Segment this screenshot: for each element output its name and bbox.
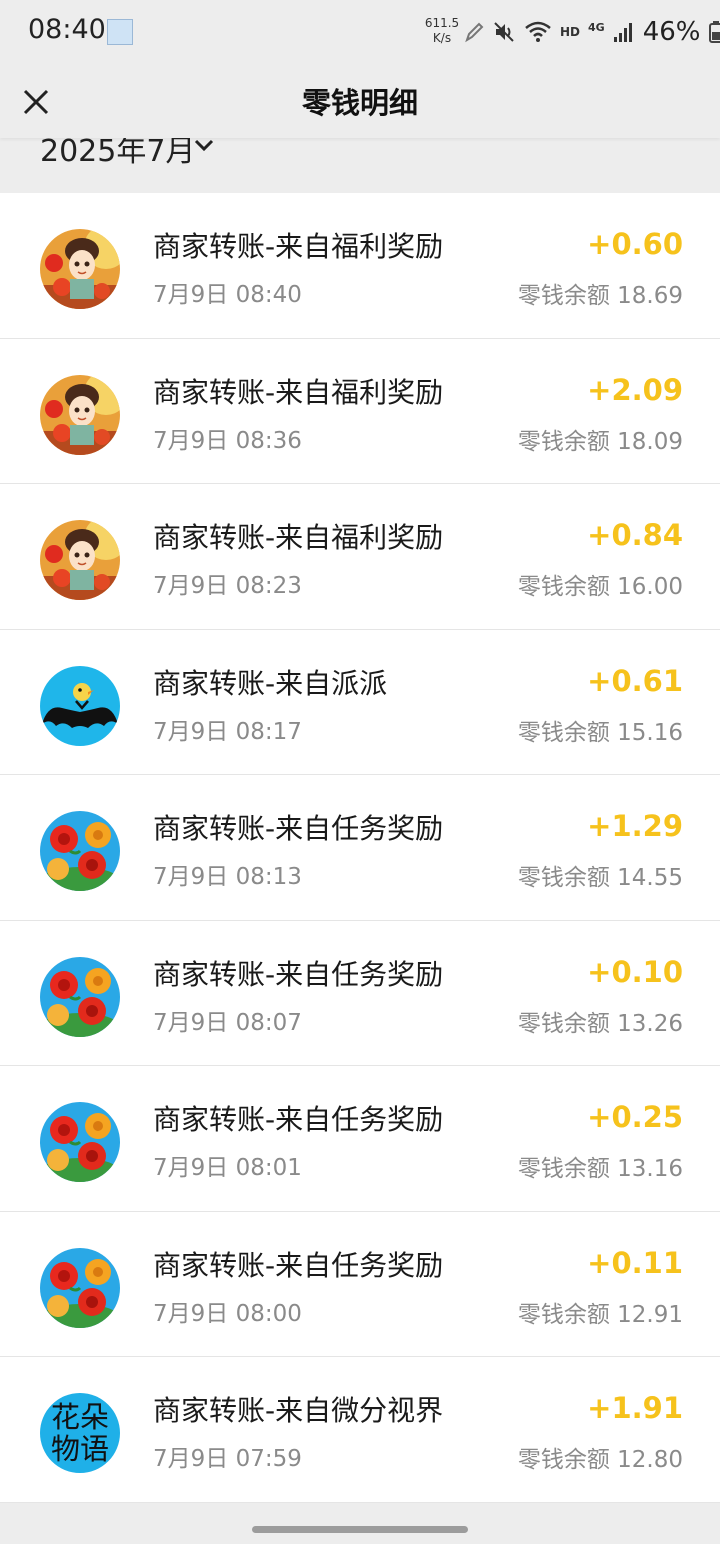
transaction-time: 7月9日 08:00 xyxy=(153,1300,302,1327)
pen-icon xyxy=(465,22,484,43)
transaction-amount: +0.84 xyxy=(587,518,683,552)
signal-label: 4G xyxy=(588,20,605,34)
paipai-avatar xyxy=(40,665,120,746)
transaction-amount: +2.09 xyxy=(587,372,683,407)
transaction-title: 商家转账-来自福利奖励 xyxy=(153,230,444,263)
transaction-time: 7月9日 08:01 xyxy=(153,1155,302,1181)
transaction-title: 商家转账-来自任务奖励 xyxy=(153,812,444,845)
app-notification-icon xyxy=(107,19,133,45)
transaction-balance: 零钱余额 15.16 xyxy=(517,719,683,746)
cartoon-girl-avatar xyxy=(40,374,120,455)
transaction-time: 7月9日 08:23 xyxy=(153,573,302,599)
mute-icon xyxy=(494,22,514,42)
transaction-row[interactable]: 商家转账-来自任务奖励 7月9日 08:13 +1.29 零钱余额 14.55 xyxy=(0,775,720,921)
gesture-bar xyxy=(0,1516,720,1544)
wifi-icon xyxy=(525,21,551,42)
transaction-amount: +0.60 xyxy=(587,227,683,261)
transaction-title: 商家转账-来自任务奖励 xyxy=(153,957,444,991)
home-indicator[interactable] xyxy=(252,1526,468,1533)
transaction-amount: +0.61 xyxy=(587,663,683,698)
transaction-amount: +1.91 xyxy=(587,1391,683,1425)
chevron-down-icon[interactable] xyxy=(192,138,216,156)
month-filter[interactable]: 2025年7月 xyxy=(0,138,720,193)
transaction-title: 商家转账-来自微分视界 xyxy=(153,1394,444,1427)
cartoon-girl-avatar xyxy=(40,520,120,600)
flowers-avatar xyxy=(40,811,120,891)
transaction-title: 商家转账-来自任务奖励 xyxy=(153,1248,444,1282)
transaction-balance: 零钱余额 12.80 xyxy=(517,1447,683,1473)
status-time: 08:40 xyxy=(28,14,106,45)
transaction-balance: 零钱余额 12.91 xyxy=(517,1301,683,1328)
battery-percent: 46% xyxy=(642,17,701,47)
transaction-title: 商家转账-来自福利奖励 xyxy=(153,521,444,554)
transaction-row[interactable]: 商家转账-来自福利奖励 7月9日 08:36 +2.09 零钱余额 18.09 xyxy=(0,339,720,484)
avatar-text-line-1: 花朵 xyxy=(50,1400,109,1434)
transaction-row[interactable]: 商家转账-来自任务奖励 7月9日 08:07 +0.10 零钱余额 13.26 xyxy=(0,921,720,1066)
flowers-avatar xyxy=(40,1247,120,1328)
transaction-title: 商家转账-来自任务奖励 xyxy=(153,1103,444,1136)
network-speed-value: 611.5 xyxy=(424,16,460,30)
transaction-time: 7月9日 08:17 xyxy=(153,718,302,745)
transaction-row[interactable]: 商家转账-来自派派 7月9日 08:17 +0.61 零钱余额 15.16 xyxy=(0,630,720,775)
transaction-row[interactable]: 商家转账-来自福利奖励 7月9日 08:23 +0.84 零钱余额 16.00 xyxy=(0,484,720,630)
transaction-title: 商家转账-来自福利奖励 xyxy=(153,375,444,409)
transaction-balance: 零钱余额 16.00 xyxy=(517,574,683,600)
network-speed: 611.5 K/s xyxy=(420,16,464,46)
transaction-balance: 零钱余额 14.55 xyxy=(517,865,683,891)
transaction-time: 7月9日 08:07 xyxy=(153,1009,302,1036)
transaction-row[interactable]: 商家转账-来自任务奖励 7月9日 08:00 +0.11 零钱余额 12.91 xyxy=(0,1212,720,1357)
transaction-time: 7月9日 08:36 xyxy=(153,427,302,454)
cartoon-girl-avatar xyxy=(40,229,120,309)
transaction-row[interactable]: 商家转账-来自任务奖励 7月9日 08:01 +0.25 零钱余额 13.16 xyxy=(0,1066,720,1212)
page-title: 零钱明细 xyxy=(301,86,418,120)
transaction-amount: +0.25 xyxy=(587,1100,683,1134)
month-label[interactable]: 2025年7月 xyxy=(40,138,195,170)
transaction-balance: 零钱余额 13.26 xyxy=(517,1010,683,1037)
avatar-text-line-2: 物语 xyxy=(50,1432,109,1466)
transaction-time: 7月9日 07:59 xyxy=(153,1446,302,1472)
signal-icon xyxy=(613,23,632,42)
transaction-title: 商家转账-来自派派 xyxy=(153,666,388,700)
transaction-time: 7月9日 08:40 xyxy=(153,282,302,308)
status-bar: 08:40 611.5 K/s HD 4G 46% xyxy=(0,0,720,64)
transaction-amount: +0.10 xyxy=(587,954,683,989)
transaction-amount: +0.11 xyxy=(587,1245,683,1280)
transaction-amount: +1.29 xyxy=(587,809,683,843)
transaction-row[interactable]: 商家转账-来自福利奖励 7月9日 08:40 +0.60 零钱余额 18.69 xyxy=(0,193,720,339)
flowers-avatar xyxy=(40,956,120,1037)
transaction-balance: 零钱余额 13.16 xyxy=(517,1156,683,1182)
network-speed-unit: K/s xyxy=(432,31,452,45)
flowers-avatar xyxy=(40,1102,120,1182)
transaction-time: 7月9日 08:13 xyxy=(153,864,302,890)
battery-icon xyxy=(708,21,720,43)
text-avatar: 花朵 物语 xyxy=(40,1393,120,1473)
transaction-balance: 零钱余额 18.09 xyxy=(517,428,683,455)
transaction-balance: 零钱余额 18.69 xyxy=(517,283,683,309)
nav-bar: 零钱明细 xyxy=(0,64,720,138)
transaction-list: 商家转账-来自福利奖励 7月9日 08:40 +0.60 零钱余额 18.69 … xyxy=(0,193,720,1503)
status-icons: HD 4G 46% xyxy=(464,17,720,47)
transaction-row[interactable]: 花朵 物语 商家转账-来自微分视界 7月9日 07:59 +1.91 零钱余额 … xyxy=(0,1357,720,1503)
hd-label: HD xyxy=(560,25,581,39)
